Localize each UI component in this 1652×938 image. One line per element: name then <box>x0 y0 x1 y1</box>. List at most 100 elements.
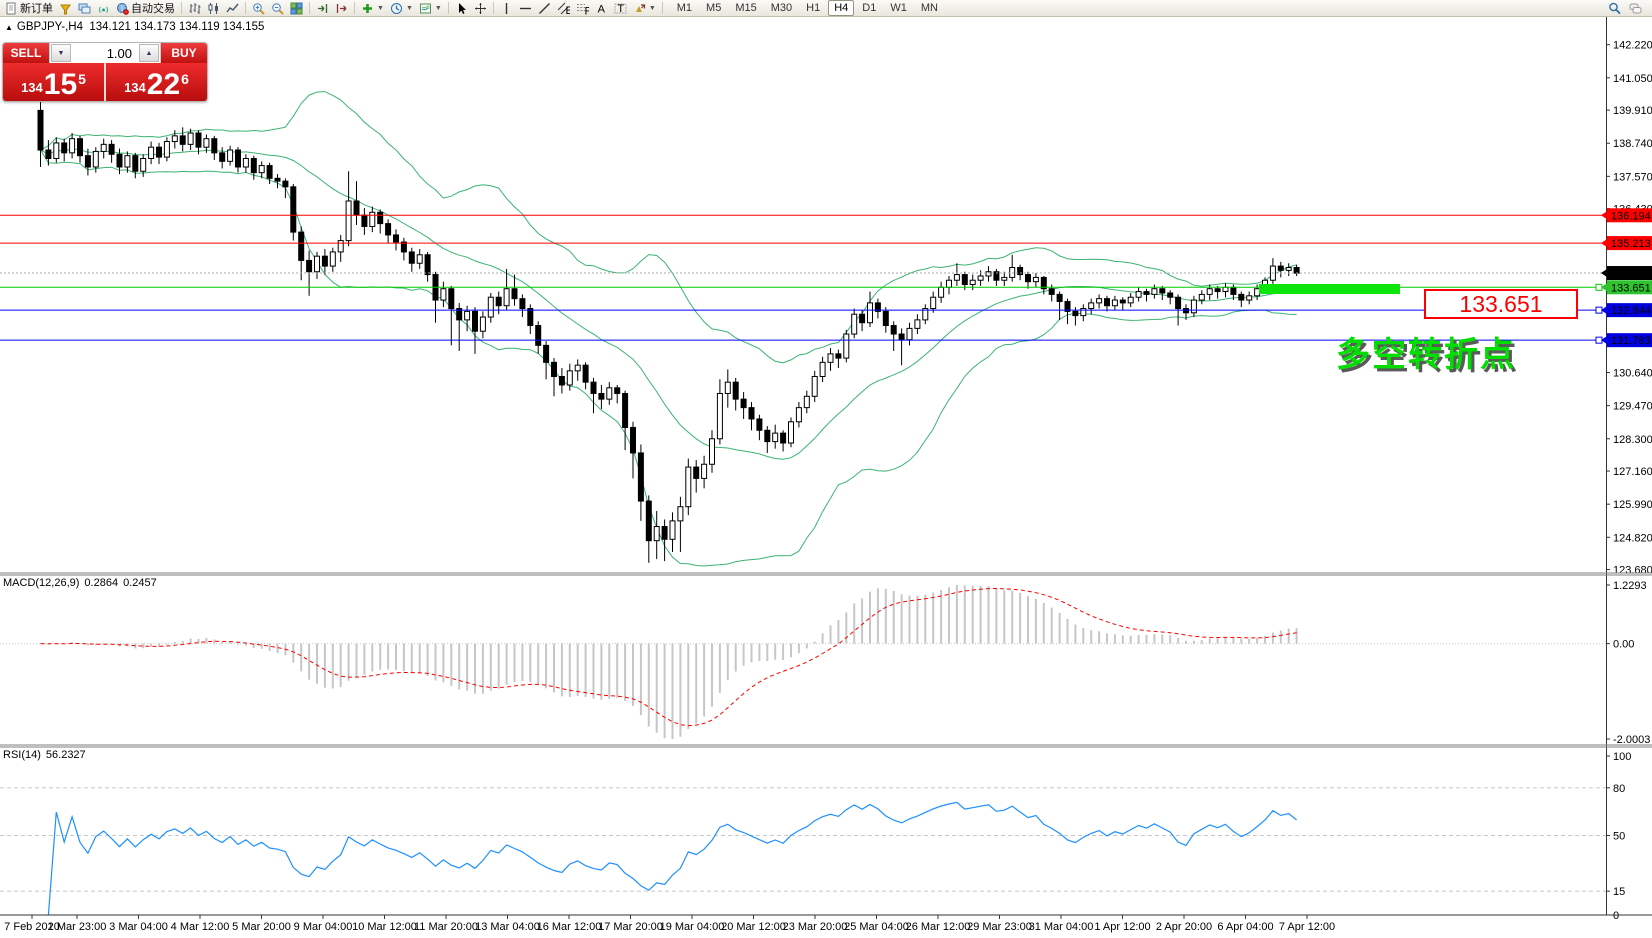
zoom-out-button[interactable] <box>268 1 287 16</box>
horizontal-line-button[interactable] <box>516 1 535 16</box>
auto-scroll-button[interactable] <box>313 1 332 16</box>
zoom-in-button[interactable] <box>249 1 268 16</box>
price-tick: 130.640 <box>1613 368 1652 380</box>
autotrading-button[interactable]: 自动交易 <box>113 1 178 16</box>
time-tick: 25 Mar 04:00 <box>844 921 909 933</box>
trendline-button[interactable] <box>535 1 554 16</box>
autotrading-label: 自动交易 <box>131 0 175 16</box>
volume-increase-button[interactable]: ▲ <box>139 44 159 62</box>
new-order-button[interactable]: 新订单 <box>2 1 56 16</box>
sell-button[interactable]: SELL <box>3 43 49 63</box>
volume-decrease-button[interactable]: ▼ <box>51 44 71 62</box>
time-tick: 6 Apr 04:00 <box>1217 921 1273 933</box>
text-button[interactable]: A <box>592 1 611 16</box>
equidistant-channel-button[interactable]: E <box>554 1 573 16</box>
templates-icon <box>419 2 432 15</box>
bar-chart-button[interactable] <box>185 1 204 16</box>
timeframe-d1[interactable]: D1 <box>856 0 882 16</box>
chart-shift-button[interactable] <box>332 1 351 16</box>
text-label-button[interactable]: T <box>611 1 630 16</box>
toolbar-separator <box>181 2 182 14</box>
sell-price-pips: 15 <box>44 71 77 99</box>
market-watch-icon <box>78 2 91 15</box>
price-tick: 124.820 <box>1613 532 1652 544</box>
svg-text:T: T <box>617 2 624 14</box>
svg-text:80: 80 <box>1613 783 1625 795</box>
price-badge: 132.844 <box>1611 305 1651 317</box>
time-tick: 10 Mar 12:00 <box>352 921 417 933</box>
trendline-icon <box>538 2 551 15</box>
cursor-icon <box>455 2 468 15</box>
chart-shift-icon <box>335 2 348 15</box>
buy-price[interactable]: 134226 <box>106 63 207 101</box>
candlesticks <box>38 100 1299 562</box>
sell-price-point: 5 <box>78 71 86 87</box>
fibonacci-button[interactable]: F <box>573 1 592 16</box>
vertical-line-button[interactable] <box>497 1 516 16</box>
bar-chart-icon <box>188 2 201 15</box>
time-tick: 26 Mar 12:00 <box>906 921 971 933</box>
price-tick: 142.220 <box>1613 40 1652 52</box>
timeframe-m1[interactable]: M1 <box>671 0 698 16</box>
candlestick-chart-button[interactable] <box>204 1 223 16</box>
bollinger-upper <box>41 92 1297 363</box>
arrows-icon <box>633 2 646 15</box>
indicators-button[interactable]: ▼ <box>358 1 387 16</box>
styler-icon <box>59 2 72 15</box>
new-order-icon <box>5 2 18 15</box>
toolbar-separator <box>662 2 663 14</box>
time-tick: 1 Mar 23:00 <box>48 921 107 933</box>
annotation-text-cn[interactable]: 多空转折点 <box>1336 327 1516 376</box>
line-chart-button[interactable] <box>223 1 242 16</box>
arrows-button[interactable]: ▼ <box>630 1 659 16</box>
timeframe-h4[interactable]: H4 <box>828 0 854 16</box>
market-watch-button[interactable] <box>75 1 94 16</box>
annotation-price-box[interactable]: 133.651 <box>1424 289 1578 319</box>
candlestick-chart-icon <box>207 2 220 15</box>
timeframe-h1[interactable]: H1 <box>800 0 826 16</box>
time-tick: 9 Mar 04:00 <box>294 921 353 933</box>
macd-panel: 1.22930.00-2.0003 <box>0 580 1650 746</box>
buy-button[interactable]: BUY <box>161 43 207 63</box>
sell-price[interactable]: 134155 <box>3 63 104 101</box>
caret-down-icon: ▼ <box>406 5 413 12</box>
horizontal-line-icon <box>519 2 532 15</box>
signals-button[interactable] <box>94 1 113 16</box>
price-badge: 134.155 <box>1611 268 1651 280</box>
collapse-arrow-icon[interactable]: ▲ <box>5 23 13 32</box>
time-axis[interactable]: 7 Feb 20201 Mar 23:003 Mar 04:004 Mar 12… <box>0 915 1652 933</box>
styler-button[interactable] <box>56 1 75 16</box>
autotrading-icon <box>116 2 129 15</box>
price-badge: 133.651 <box>1611 282 1651 294</box>
price-tick: 128.300 <box>1613 434 1652 446</box>
tile-windows-button[interactable] <box>287 1 306 16</box>
timeframe-m30[interactable]: M30 <box>765 0 798 16</box>
buy-price-pips: 22 <box>147 71 180 99</box>
toolbar-separator <box>245 2 246 14</box>
price-tick: 139.910 <box>1613 105 1652 117</box>
highlight-rect[interactable] <box>1259 284 1400 294</box>
macd-label: MACD(12,26,9)0.28640.2457 <box>3 577 162 589</box>
rsi-line <box>48 802 1296 915</box>
price-lines[interactable] <box>0 215 1606 340</box>
timeframe-m5[interactable]: M5 <box>700 0 727 16</box>
cursor-button[interactable] <box>452 1 471 16</box>
timeframe-m15[interactable]: M15 <box>729 0 762 16</box>
crosshair-button[interactable] <box>471 1 490 16</box>
annotations[interactable] <box>1259 284 1400 294</box>
time-tick: 19 Mar 04:00 <box>660 921 725 933</box>
chat-icon[interactable] <box>1629 2 1642 15</box>
timeframe-mn[interactable]: MN <box>915 0 944 16</box>
time-tick: 4 Mar 12:00 <box>171 921 230 933</box>
timeframe-w1[interactable]: W1 <box>884 0 913 16</box>
chart-ohlc-values: 134.121 134.173 134.119 134.155 <box>89 21 264 33</box>
panel-separators[interactable] <box>0 573 1652 747</box>
time-tick: 3 Mar 04:00 <box>109 921 168 933</box>
volume-value[interactable]: 1.00 <box>72 43 138 63</box>
templates-button[interactable]: ▼ <box>416 1 445 16</box>
search-icon[interactable] <box>1608 2 1621 15</box>
chart-canvas[interactable]: 142.220141.050139.910138.740137.570136.4… <box>0 17 1652 938</box>
chart-window[interactable]: 142.220141.050139.910138.740137.570136.4… <box>0 17 1652 938</box>
periods-button[interactable]: ▼ <box>387 1 416 16</box>
price-tick: 127.160 <box>1613 466 1652 478</box>
